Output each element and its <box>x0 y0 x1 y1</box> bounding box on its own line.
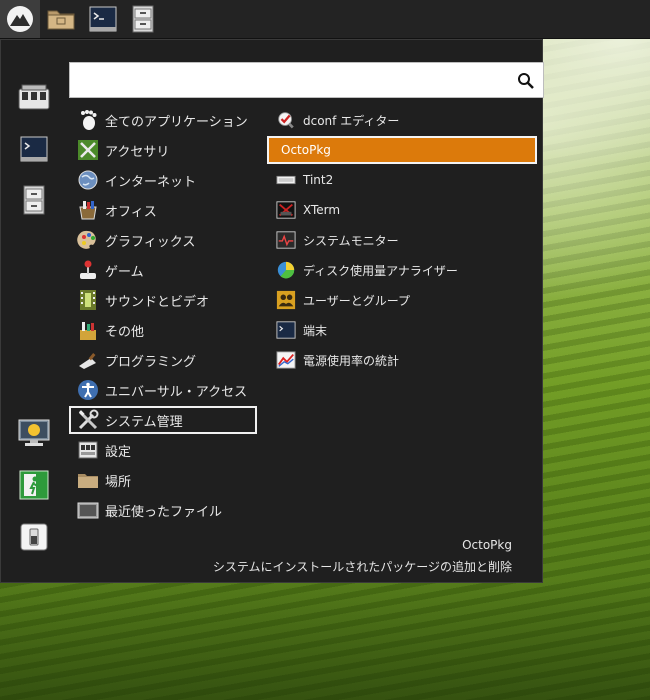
app-description-text: システムにインストールされたパッケージの追加と削除 <box>212 560 512 574</box>
app-package[interactable]: OctoPkg <box>267 136 537 164</box>
app-disk-usage[interactable]: ディスク使用量アナライザー <box>267 256 537 284</box>
category-label: ユニバーサル・アクセス <box>105 384 248 400</box>
sidebar-settings-button[interactable] <box>17 80 51 114</box>
app-users[interactable]: ユーザーとグループ <box>267 286 537 314</box>
file-manager-icon <box>23 185 45 215</box>
taskbar-terminal-button[interactable] <box>88 5 118 33</box>
dconf-icon <box>275 109 297 131</box>
xterm-icon <box>275 199 297 221</box>
start-menu-button[interactable] <box>0 0 40 38</box>
logout-icon <box>19 470 49 500</box>
app-label: XTerm <box>303 203 341 217</box>
application-menu: 全てのアプリケーション アクセサリインターネット オフィスグラフィックス ゲームサウン… <box>0 39 544 583</box>
app-description-title: OctoPkg <box>462 538 512 552</box>
recent-files-icon <box>77 499 99 521</box>
app-label: システムモニター <box>303 233 399 248</box>
category-trowel[interactable]: プログラミング <box>69 346 257 374</box>
office-icon <box>77 199 99 221</box>
category-label: インターネット <box>105 174 197 190</box>
users-icon <box>275 289 297 311</box>
category-accessibility[interactable]: ユニバーサル・アクセス <box>69 376 257 404</box>
lock-screen-icon <box>18 419 50 446</box>
control-panel-icon <box>77 439 99 461</box>
folder-icon <box>77 469 99 491</box>
category-label: ゲーム <box>105 264 144 280</box>
category-label: サウンドとビデオ <box>105 294 210 310</box>
film-icon <box>77 289 99 311</box>
category-palette[interactable]: グラフィックス <box>69 226 257 254</box>
category-label: アクセサリ <box>105 144 170 160</box>
app-label: dconf エディター <box>303 113 400 128</box>
sidebar-logout-button[interactable] <box>17 468 51 502</box>
accessibility-icon <box>77 379 99 401</box>
app-label: ユーザーとグループ <box>303 293 411 308</box>
palette-icon <box>77 229 99 251</box>
category-globe[interactable]: インターネット <box>69 166 257 194</box>
power-icon <box>20 523 48 551</box>
category-tools[interactable]: システム管理 <box>69 406 257 434</box>
app-label: OctoPkg <box>281 143 331 157</box>
category-control-panel[interactable]: 設定 <box>69 436 257 464</box>
settings-tools-icon <box>18 84 50 110</box>
misc-icon <box>77 319 99 341</box>
category-label: システム管理 <box>105 414 183 430</box>
app-label: Tint2 <box>303 173 334 187</box>
app-label: 端末 <box>303 323 328 338</box>
top-panel <box>0 0 650 39</box>
gnome-foot-icon <box>77 109 99 131</box>
sidebar-file-manager-button[interactable] <box>17 183 51 217</box>
category-misc[interactable]: その他 <box>69 316 257 344</box>
terminal-icon <box>89 6 117 32</box>
trowel-icon <box>77 349 99 371</box>
category-folder[interactable]: 場所 <box>69 466 257 494</box>
start-menu-icon <box>7 6 33 32</box>
app-system-monitor[interactable]: システムモニター <box>267 226 537 254</box>
category-label: グラフィックス <box>105 234 196 250</box>
sidebar-terminal-button[interactable] <box>17 132 51 166</box>
sidebar-power-button[interactable] <box>17 520 51 554</box>
app-panel[interactable]: Tint2 <box>267 166 537 194</box>
category-label: 場所 <box>105 474 132 490</box>
search-input[interactable] <box>76 66 510 96</box>
terminal-icon <box>275 319 297 341</box>
taskbar-folder-button[interactable] <box>46 5 76 33</box>
sidebar-lock-screen-button[interactable] <box>17 416 51 450</box>
search-box[interactable] <box>69 62 544 98</box>
category-label: 全てのアプリケーション <box>105 114 248 130</box>
power-stats-icon <box>275 349 297 371</box>
app-dconf[interactable]: dconf エディター <box>267 106 537 134</box>
category-gnome-foot[interactable]: 全てのアプリケーション <box>69 106 257 134</box>
accessories-icon <box>77 139 99 161</box>
category-label: プログラミング <box>105 354 197 370</box>
category-label: 最近使ったファイル <box>105 504 223 520</box>
app-power-stats[interactable]: 電源使用率の統計 <box>267 346 537 374</box>
category-label: オフィス <box>105 204 157 220</box>
category-recent-files[interactable]: 最近使ったファイル <box>69 496 257 524</box>
category-label: 設定 <box>105 444 132 460</box>
disk-usage-icon <box>275 259 297 281</box>
cabinet-icon <box>132 5 154 33</box>
tools-icon <box>77 409 99 431</box>
search-icon[interactable] <box>517 72 535 90</box>
folder-icon <box>47 10 75 30</box>
taskbar-cabinet-button[interactable] <box>128 5 158 33</box>
app-xterm[interactable]: XTerm <box>267 196 537 224</box>
category-accessories[interactable]: アクセサリ <box>69 136 257 164</box>
category-joystick[interactable]: ゲーム <box>69 256 257 284</box>
category-office[interactable]: オフィス <box>69 196 257 224</box>
panel-icon <box>275 169 297 191</box>
app-label: 電源使用率の統計 <box>303 353 400 368</box>
category-label: その他 <box>105 324 145 340</box>
system-monitor-icon <box>275 229 297 251</box>
app-terminal[interactable]: 端末 <box>267 316 537 344</box>
category-film[interactable]: サウンドとビデオ <box>69 286 257 314</box>
terminal-icon <box>20 136 48 162</box>
globe-icon <box>77 169 99 191</box>
app-label: ディスク使用量アナライザー <box>303 263 458 278</box>
joystick-icon <box>77 259 99 281</box>
